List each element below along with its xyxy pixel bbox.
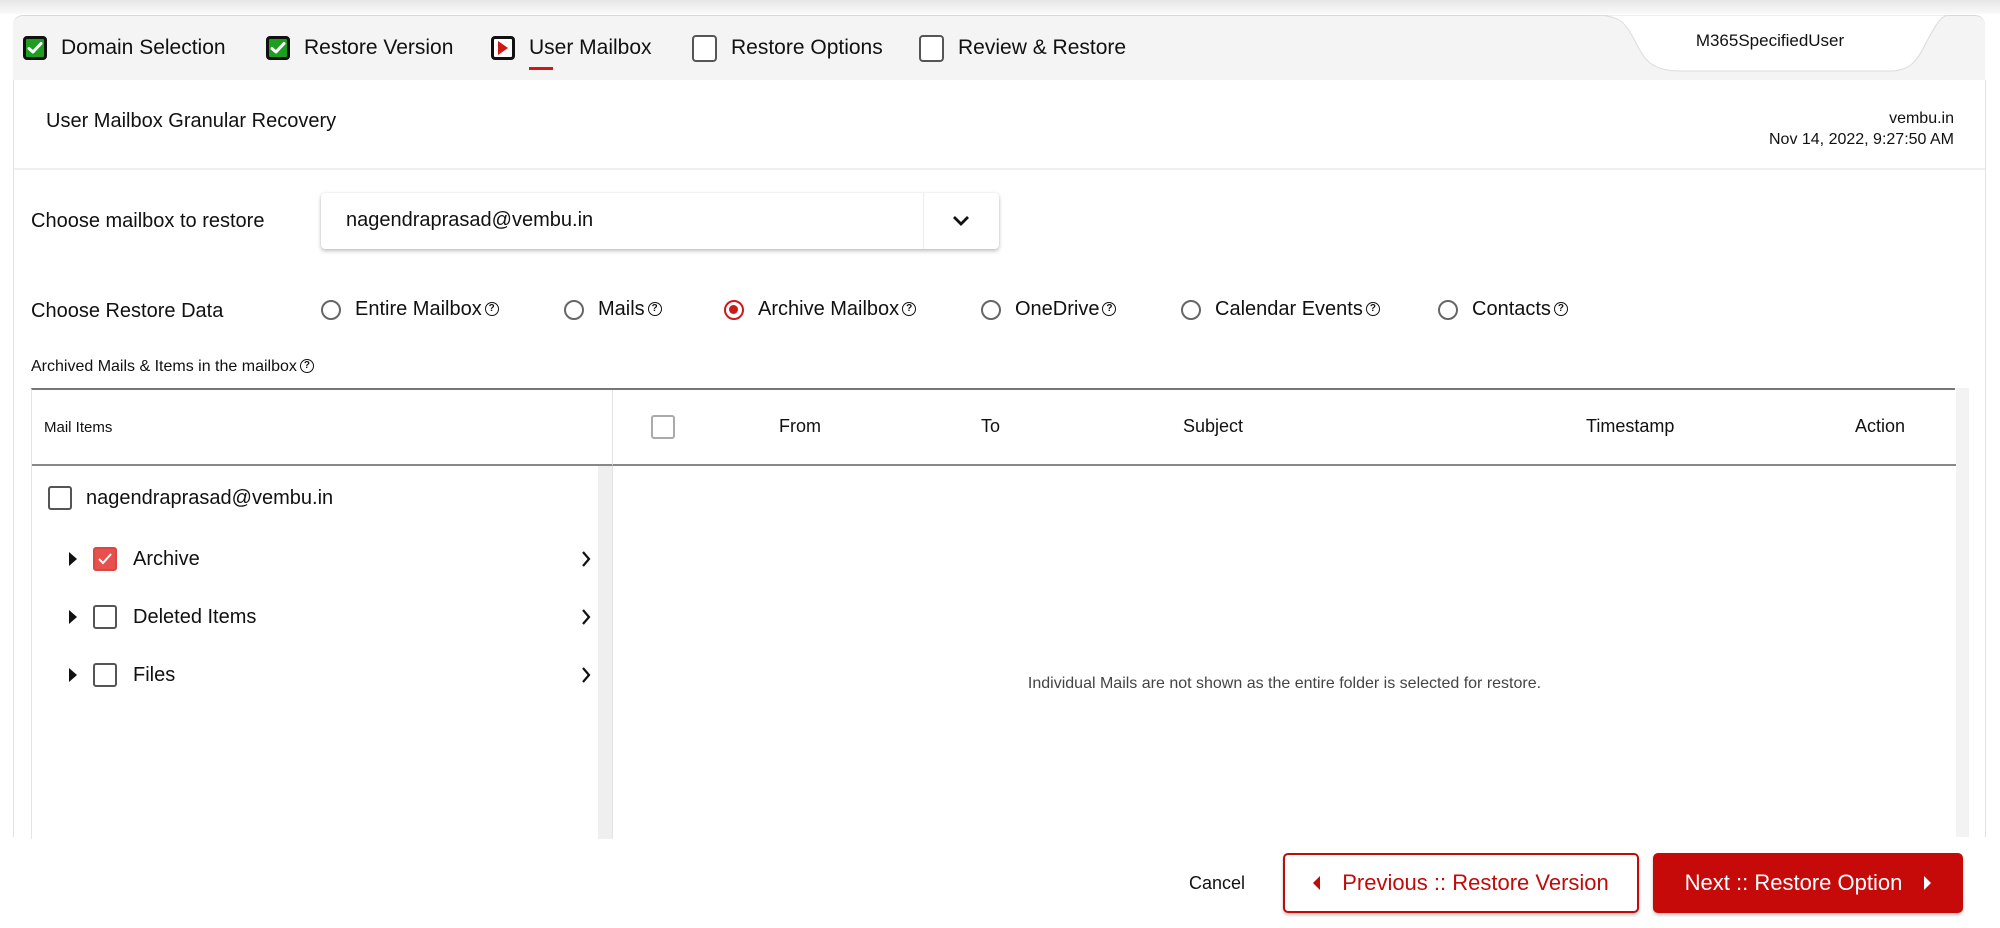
chevron-right-icon[interactable] — [580, 666, 592, 684]
checkbox-checked[interactable] — [93, 547, 117, 571]
help-icon[interactable]: ? — [1553, 301, 1568, 316]
radio-mails[interactable]: Mails ? — [564, 298, 662, 321]
tree-header-label: Mail Items — [44, 419, 113, 436]
checkbox[interactable] — [93, 605, 117, 629]
help-icon[interactable]: ? — [647, 301, 662, 316]
mail-table-header: From To Subject Timestamp Action — [612, 390, 1956, 466]
tree-item-label: Deleted Items — [133, 605, 257, 628]
mail-table: From To Subject Timestamp Action Individ… — [612, 388, 1956, 839]
user-tab[interactable]: M365SpecifiedUser — [1590, 15, 1950, 73]
next-button-label: Next :: Restore Option — [1684, 870, 1903, 895]
radio-circle-icon — [1181, 299, 1201, 320]
help-icon[interactable]: ? — [902, 301, 917, 316]
window-top-shadow — [0, 0, 2000, 14]
radio-onedrive[interactable]: OneDrive ? — [981, 298, 1117, 321]
check-icon — [23, 36, 47, 60]
radio-circle-icon — [564, 299, 584, 320]
archived-items-text: Archived Mails & Items in the mailbox — [31, 358, 297, 375]
mailbox-select[interactable]: nagendraprasad@vembu.in — [321, 193, 999, 249]
empty-checkbox-icon — [692, 34, 717, 62]
panel-header: User Mailbox Granular Recovery vembu.in … — [14, 80, 1985, 170]
radio-label: Mails — [598, 298, 645, 320]
column-action[interactable]: Action — [1855, 416, 1905, 437]
header-meta: vembu.in Nov 14, 2022, 9:27:50 AM — [1769, 108, 1954, 150]
mailbox-label: Choose mailbox to restore — [31, 210, 265, 232]
check-icon — [266, 36, 290, 60]
next-button[interactable]: Next :: Restore Option — [1653, 853, 1963, 913]
play-icon — [491, 36, 515, 60]
radio-entire-mailbox[interactable]: Entire Mailbox ? — [321, 298, 499, 321]
radio-label: OneDrive — [1015, 298, 1100, 320]
radio-label: Contacts — [1472, 298, 1551, 320]
expand-caret-icon[interactable] — [69, 610, 77, 624]
caret-left-icon — [1313, 876, 1321, 890]
help-icon[interactable]: ? — [299, 358, 314, 373]
expand-caret-icon[interactable] — [69, 552, 77, 566]
caret-right-icon — [1924, 876, 1932, 890]
tree-header: Mail Items — [32, 390, 613, 466]
chevron-right-icon[interactable] — [580, 608, 592, 626]
mail-table-scrollbar[interactable] — [1956, 388, 1969, 837]
mail-table-body: Individual Mails are not shown as the en… — [612, 466, 1956, 839]
column-from[interactable]: From — [779, 416, 821, 437]
radio-label: Archive Mailbox — [758, 298, 900, 320]
column-timestamp[interactable]: Timestamp — [1586, 416, 1674, 437]
step-review-restore[interactable]: Review & Restore — [919, 16, 1126, 80]
radio-contacts[interactable]: Contacts ? — [1438, 298, 1568, 321]
main-panel: User Mailbox Granular Recovery vembu.in … — [13, 80, 1986, 839]
tree-item-label: nagendraprasad@vembu.in — [86, 486, 334, 509]
radio-archive-mailbox[interactable]: Archive Mailbox ? — [724, 298, 917, 321]
help-icon[interactable]: ? — [1102, 301, 1117, 316]
expand-caret-icon[interactable] — [69, 668, 77, 682]
step-label: Review & Restore — [958, 36, 1127, 59]
backup-timestamp: Nov 14, 2022, 9:27:50 AM — [1768, 131, 1954, 148]
chevron-down-icon[interactable] — [923, 193, 999, 249]
step-label: Restore Options — [731, 36, 883, 59]
tree-scrollbar[interactable] — [598, 466, 612, 839]
user-tab-label: M365SpecifiedUser — [1695, 31, 1845, 50]
empty-checkbox-icon — [919, 34, 944, 62]
tree-item-deleted-items[interactable]: Deleted Items — [69, 605, 579, 629]
mail-items-tree: Mail Items nagendraprasad@vembu.in Archi… — [31, 388, 613, 839]
checkbox[interactable] — [48, 486, 72, 510]
step-label: User Mailbox — [529, 36, 652, 70]
previous-button-label: Previous :: Restore Version — [1342, 870, 1609, 895]
cancel-button[interactable]: Cancel — [1189, 873, 1245, 894]
radio-label: Entire Mailbox — [355, 298, 482, 320]
radio-selected-icon — [724, 299, 744, 320]
step-user-mailbox[interactable]: User Mailbox — [491, 16, 652, 80]
radio-circle-icon — [981, 299, 1001, 320]
column-to[interactable]: To — [981, 416, 1000, 437]
mailbox-select-value: nagendraprasad@vembu.in — [346, 209, 594, 231]
tree-item-label: Archive — [133, 547, 200, 570]
step-label: Domain Selection — [61, 36, 226, 59]
previous-button[interactable]: Previous :: Restore Version — [1283, 853, 1639, 913]
tree-item-archive[interactable]: Archive — [69, 547, 579, 571]
select-all-checkbox[interactable] — [651, 415, 675, 439]
step-restore-options[interactable]: Restore Options — [692, 16, 883, 80]
radio-calendar-events[interactable]: Calendar Events ? — [1181, 298, 1380, 321]
chevron-right-icon[interactable] — [580, 550, 592, 568]
column-subject[interactable]: Subject — [1183, 416, 1243, 437]
help-icon[interactable]: ? — [484, 301, 499, 316]
tree-root-item[interactable]: nagendraprasad@vembu.in — [48, 486, 333, 510]
empty-state-message: Individual Mails are not shown as the en… — [1027, 675, 1542, 692]
checkbox[interactable] — [93, 663, 117, 687]
radio-circle-icon — [321, 299, 341, 320]
radio-circle-icon — [1438, 299, 1458, 320]
radio-label: Calendar Events — [1215, 298, 1363, 320]
archived-items-label: Archived Mails & Items in the mailbox? — [31, 358, 314, 376]
restore-data-label: Choose Restore Data — [31, 300, 224, 322]
tree-item-files[interactable]: Files — [69, 663, 579, 687]
page-title: User Mailbox Granular Recovery — [46, 110, 337, 132]
help-icon[interactable]: ? — [1365, 301, 1380, 316]
step-restore-version[interactable]: Restore Version — [266, 16, 453, 80]
step-label: Restore Version — [304, 36, 454, 59]
tree-item-label: Files — [133, 663, 176, 686]
step-domain-selection[interactable]: Domain Selection — [23, 16, 226, 80]
domain-name: vembu.in — [1889, 110, 1954, 127]
